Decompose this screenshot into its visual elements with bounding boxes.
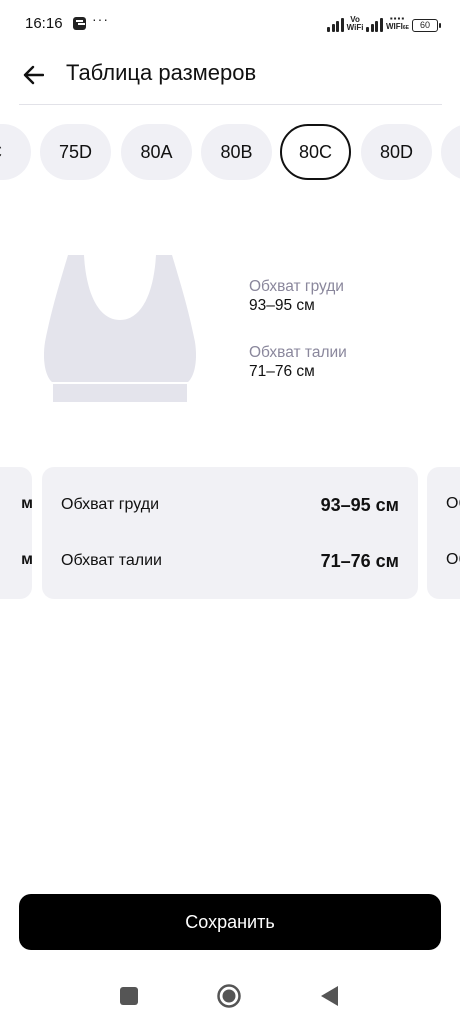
measure-card-prev[interactable]: м м: [0, 467, 33, 599]
status-time: 16:16: [25, 15, 63, 32]
wifi-icon: ▪▪▪▪ WIFI6E: [385, 14, 409, 32]
signal-icon-2: [366, 18, 383, 32]
save-button[interactable]: Сохранить: [19, 894, 441, 950]
measure-value: 93–95 см: [320, 494, 399, 515]
size-chip[interactable]: 8: [441, 124, 460, 180]
battery-icon: 60: [412, 19, 441, 32]
size-chip[interactable]: 80A: [121, 124, 192, 180]
size-chip[interactable]: 80B: [201, 124, 272, 180]
size-chips: C 75D 80A 80B 80C 80D 8: [0, 124, 460, 182]
peek-text: м: [21, 495, 33, 512]
triangle-icon: [321, 986, 338, 1006]
home-button[interactable]: [215, 982, 243, 1010]
size-chip[interactable]: 75D: [40, 124, 111, 180]
waist-info: Обхват талии 71–76 см: [249, 343, 347, 381]
measure-cards: м м Обхват груди 93–95 см Обхват талии 7…: [0, 467, 460, 601]
measure-label: Обхват груди: [61, 496, 160, 513]
page-title: Таблица размеров: [66, 60, 257, 85]
nav-back-button[interactable]: [316, 982, 344, 1010]
more-notifications-icon: ···: [92, 11, 109, 27]
waist-value: 71–76 см: [249, 363, 315, 380]
size-chip-selected[interactable]: 80C: [280, 124, 351, 180]
system-nav-bar: [0, 970, 460, 1024]
peek-text: м: [21, 551, 33, 568]
waist-label: Обхват талии: [249, 344, 347, 361]
status-bar: 16:16 ··· Vo WiFi ▪▪▪▪ WIFI6E 60: [0, 0, 460, 48]
signal-icon: [327, 18, 344, 32]
arrow-left-icon: [23, 65, 44, 85]
peek-text: Об: [446, 495, 460, 512]
measure-row-bust: Обхват груди 93–95 см: [61, 493, 399, 517]
measure-card[interactable]: Обхват груди 93–95 см Обхват талии 71–76…: [42, 467, 418, 599]
size-chip[interactable]: 80D: [361, 124, 432, 180]
recent-apps-button[interactable]: [115, 982, 143, 1010]
measure-card-next[interactable]: Об Об: [427, 467, 460, 599]
size-chip[interactable]: C: [0, 124, 31, 180]
circle-icon: [217, 984, 241, 1008]
peek-text: Об: [446, 551, 460, 568]
measure-row-waist: Обхват талии 71–76 см: [61, 549, 399, 573]
vowifi-icon: Vo WiFi: [346, 15, 364, 32]
bra-illustration: [43, 255, 197, 402]
measure-label: Обхват талии: [61, 552, 162, 569]
bust-info: Обхват груди 93–95 см: [249, 277, 344, 315]
measure-value: 71–76 см: [320, 550, 399, 571]
status-indicators: Vo WiFi ▪▪▪▪ WIFI6E 60: [327, 14, 441, 32]
bust-label: Обхват груди: [249, 278, 344, 295]
header-divider: [19, 104, 442, 105]
app-header: Таблица размеров: [0, 48, 460, 106]
bust-value: 93–95 см: [249, 297, 315, 314]
notification-app-icon: [73, 17, 86, 30]
square-icon: [120, 987, 138, 1005]
back-button[interactable]: [16, 58, 50, 92]
